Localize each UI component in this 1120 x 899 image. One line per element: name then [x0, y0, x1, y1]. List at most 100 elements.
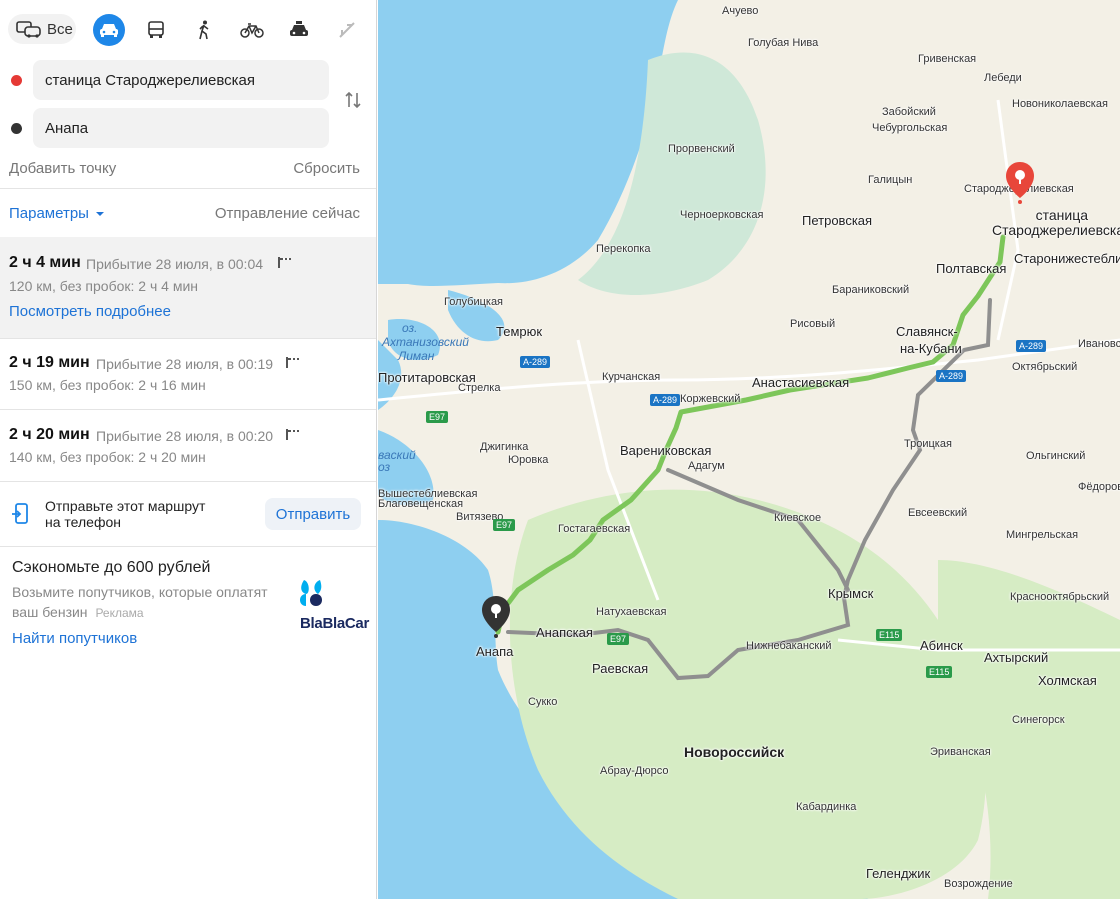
road-shield: E97 — [426, 411, 449, 423]
mode-all-label: Все — [47, 20, 73, 38]
mode-all-button[interactable]: Все — [8, 14, 76, 44]
route-option-3[interactable]: 2 ч 20 мин Прибытие 28 июля, в 00:20 140… — [0, 410, 376, 481]
mode-walk-button[interactable] — [188, 14, 220, 46]
route-details-link[interactable]: Посмотреть подробнее — [9, 303, 171, 320]
map-label: Мингрельская — [1006, 529, 1079, 541]
car-icon — [100, 24, 118, 37]
route-option-2[interactable]: 2 ч 19 мин Прибытие 28 июля, в 00:19 150… — [0, 339, 376, 409]
map-label: Голубая Нива — [748, 37, 819, 49]
route-arrival: Прибытие 28 июля, в 00:20 — [96, 428, 274, 444]
map-label: Октябрьский — [1012, 361, 1078, 373]
mode-bus-button[interactable] — [140, 14, 172, 46]
destination-value: Анапа — [45, 119, 89, 137]
destination-map-label: станица Староджерелиевская — [992, 208, 1120, 238]
origin-dot-icon — [11, 75, 22, 86]
transport-modes: Все — [8, 10, 368, 48]
divider — [0, 481, 376, 482]
route-arrival: Прибытие 28 июля, в 00:19 — [96, 356, 274, 372]
route-arrival: Прибытие 28 июля, в 00:04 — [86, 256, 264, 272]
map-view[interactable]: Ачуево Голубая Нива Гривенская Лебеди Забойс… — [378, 0, 1120, 899]
map-label: Троицкая — [904, 438, 952, 450]
map-label: Протитаровская — [378, 370, 476, 385]
route-option-1[interactable]: 2 ч 4 мин Прибытие 28 июля, в 00:04 120 … — [0, 237, 376, 338]
swap-points-button[interactable] — [343, 90, 363, 115]
map-label: Анастасиевская — [752, 375, 850, 390]
map-label: Анапа — [476, 644, 514, 659]
map-label: Перекопка — [596, 243, 651, 255]
send-button[interactable]: Отправить — [265, 498, 361, 530]
map-label: оз. — [402, 321, 418, 335]
map-label: Полтавская — [936, 261, 1007, 276]
route-duration: 2 ч 4 мин — [9, 254, 81, 271]
map-label: Геленджик — [866, 866, 931, 881]
divider — [0, 188, 376, 189]
toll-road-icon — [278, 257, 291, 268]
app-root: Все станица Староджерелиевская Анапа Доб… — [0, 0, 1120, 899]
road-shield: A-289 — [520, 356, 551, 368]
add-point-link[interactable]: Добавить точку — [9, 160, 116, 177]
map-label: Кабардинка — [796, 801, 857, 813]
map-label: Нижнебаканский — [746, 640, 832, 652]
map-label: Бараниковский — [832, 284, 910, 296]
promo-title: Сэкономьте до 600 рублей — [12, 559, 211, 576]
origin-marker-icon[interactable] — [480, 594, 512, 638]
swap-arrows-icon — [345, 91, 361, 109]
route-distance: 120 км, без пробок: 2 ч 4 мин — [9, 278, 198, 294]
map-label: Рисовый — [790, 318, 836, 330]
blablacar-logo-icon — [300, 580, 322, 606]
map-label: Анапская — [536, 625, 593, 640]
promo-text-line2: ваш бензин — [12, 604, 88, 620]
parameters-dropdown[interactable]: Параметры — [9, 205, 105, 222]
map-label: Джигинка — [480, 441, 529, 453]
map-label: Раевская — [592, 661, 649, 676]
map-label: Крымск — [828, 586, 874, 601]
origin-field[interactable]: станица Староджерелиевская — [33, 60, 329, 100]
map-label: Синегорск — [1012, 714, 1065, 726]
map-label: Гостагаевская — [558, 523, 631, 535]
map-label: Юровка — [508, 454, 549, 466]
road-shield: E97 — [493, 519, 516, 531]
departure-time-link[interactable]: Отправление сейчас — [215, 205, 360, 222]
origin-value: станица Староджерелиевская — [45, 71, 255, 89]
destination-marker-icon[interactable] — [1004, 160, 1036, 204]
map-label: Краснооктябрьский — [1010, 591, 1110, 603]
plane-icon — [339, 22, 355, 38]
map-label: Ивановская — [1078, 338, 1120, 350]
divider — [0, 546, 376, 547]
map-label: Лебеди — [984, 72, 1022, 84]
map-label: Галицын — [868, 174, 913, 186]
destination-dot-icon — [11, 123, 22, 134]
destination-map-label-line1: станица — [1035, 207, 1089, 223]
promo-text: Возьмите попутчиков, которые оплатят ваш… — [12, 582, 268, 623]
mode-taxi-button[interactable] — [283, 14, 315, 46]
map-label: Ольгинский — [1026, 450, 1086, 462]
map-label: Новороссийск — [684, 744, 785, 760]
map-label: Коржевский — [680, 393, 741, 405]
send-to-phone-text: Отправьте этот маршрут на телефон — [45, 498, 205, 530]
blablacar-brand-text: BlaBlaCar — [300, 615, 369, 632]
bicycle-icon — [240, 23, 264, 38]
map-label: Благовещенская — [378, 498, 464, 510]
blablacar-logo[interactable]: BlaBlaCar — [290, 578, 369, 634]
walk-icon — [199, 20, 209, 40]
route-duration: 2 ч 20 мин — [9, 426, 90, 443]
find-companions-link[interactable]: Найти попутчиков — [12, 630, 137, 647]
road-shield: A-289 — [650, 394, 681, 406]
reset-link[interactable]: Сбросить — [293, 160, 360, 177]
mode-car-button[interactable] — [93, 14, 125, 46]
taxi-icon — [290, 21, 308, 36]
all-modes-icon — [16, 21, 41, 38]
send-to-phone-line2: на телефон — [45, 514, 121, 530]
road-shield: E115 — [876, 629, 903, 641]
destination-field[interactable]: Анапа — [33, 108, 329, 148]
map-label: Ахтанизовский — [382, 335, 469, 349]
map-label: Курчанская — [602, 371, 661, 383]
mode-bicycle-button[interactable] — [236, 14, 268, 46]
map-label: Адагум — [688, 460, 725, 472]
map-label: Евсеевский — [908, 507, 968, 519]
map-label: Черноерковская — [680, 209, 764, 221]
bus-icon — [148, 21, 164, 38]
road-shield: A-289 — [936, 370, 967, 382]
route-distance: 150 км, без пробок: 2 ч 16 мин — [9, 377, 206, 393]
mode-plane-button[interactable] — [331, 14, 363, 46]
